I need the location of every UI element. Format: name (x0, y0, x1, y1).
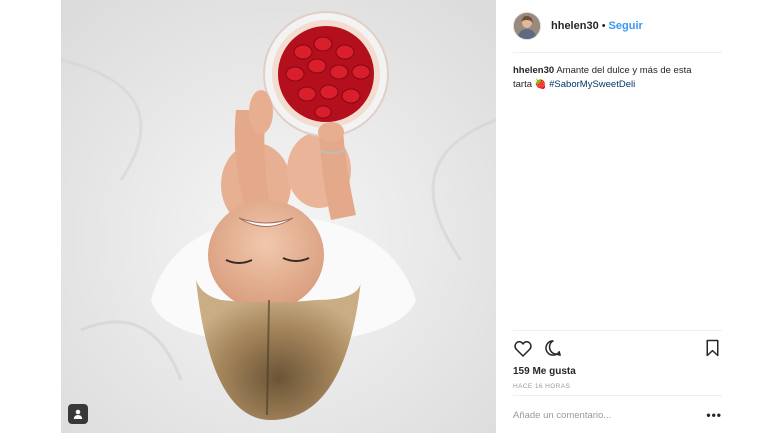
more-options-icon[interactable]: ••• (706, 408, 722, 422)
comment-bar: ••• (513, 395, 722, 434)
follow-button[interactable]: Seguir (609, 20, 643, 32)
post-timestamp[interactable]: HACE 16 HORAS (513, 383, 722, 390)
user-tag-icon[interactable] (68, 404, 88, 424)
separator-dot: • (601, 20, 606, 32)
post-photo[interactable] (61, 0, 496, 433)
strawberry-emoji-icon: 🍓 (534, 79, 547, 90)
post-actions: 159 Me gusta HACE 16 HORAS (513, 330, 722, 390)
photo-illustration (61, 0, 496, 433)
comment-icon[interactable] (543, 338, 563, 358)
bookmark-icon[interactable] (702, 338, 722, 358)
caption-username[interactable]: hhelen30 (513, 65, 554, 76)
post-sidebar: hhelen30 • Seguir hhelen30 Amante del du… (496, 0, 734, 433)
comment-input[interactable] (513, 409, 707, 421)
author-username[interactable]: hhelen30 (551, 20, 599, 32)
action-icons-row (513, 337, 722, 359)
post-caption: hhelen30 Amante del dulce y más de esta … (513, 64, 713, 92)
instagram-post-embed: hhelen30 • Seguir hhelen30 Amante del du… (61, 0, 734, 433)
post-header: hhelen30 • Seguir (513, 0, 722, 53)
heart-icon[interactable] (513, 338, 533, 358)
likes-count[interactable]: 159 Me gusta (513, 366, 722, 377)
caption-hashtag[interactable]: #SaborMySweetDeli (549, 79, 635, 90)
avatar[interactable] (513, 12, 541, 40)
